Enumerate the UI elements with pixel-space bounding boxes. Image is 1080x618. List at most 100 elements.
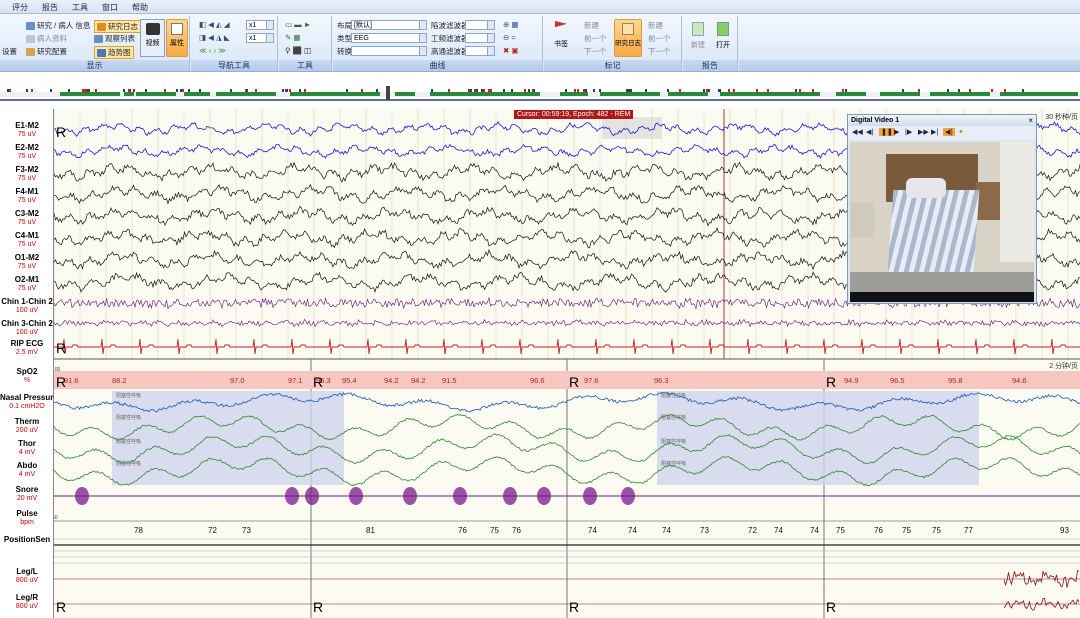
channel-label[interactable]: RIP ECG 2.5 mV — [0, 339, 54, 357]
channel-label[interactable]: SpO2% — [0, 367, 54, 385]
btn-trend[interactable]: 趋势图 — [94, 46, 134, 59]
prev-log[interactable]: 前一个 — [648, 33, 671, 44]
prev-mark[interactable]: 前一个 — [584, 33, 607, 44]
btn-study-log[interactable]: 研究日志 — [94, 20, 141, 33]
study-log-button[interactable]: 研究日志 — [614, 19, 642, 57]
fast-forward-icon[interactable]: ▶▶ — [918, 128, 929, 136]
trend-icon — [97, 49, 106, 58]
video-button[interactable]: 视频 — [140, 19, 165, 57]
patient-data[interactable]: 病人资料 — [26, 33, 67, 44]
highpass-filter-combo[interactable] — [465, 46, 495, 56]
type-label: 类型 — [337, 34, 352, 43]
properties-button[interactable]: 属性 — [166, 19, 188, 57]
channel-label[interactable]: Chin 1-Chin 2 100 uV — [0, 297, 54, 315]
channel-label[interactable]: Snore 20 mV — [0, 485, 54, 503]
close-icon[interactable]: × — [1028, 115, 1033, 126]
powerline-filter-combo[interactable] — [465, 33, 495, 43]
channel-label[interactable]: Chin 3-Chin 2 100 uV — [0, 319, 54, 337]
menu-window[interactable]: 窗口 — [102, 2, 118, 13]
overview-event — [524, 89, 526, 92]
video-window[interactable]: Digital Video 1 × ◀◀ ◀| ❚❚ ▶ |▶ ▶▶ ▶| ◀)… — [847, 114, 1037, 304]
nav-arrows-row1[interactable]: ◧ ◀ ◭ ◢ — [199, 20, 230, 29]
tools-row2[interactable]: ✎ ▦ — [285, 33, 300, 42]
overview-segment — [560, 92, 588, 96]
menu-tools[interactable]: 工具 — [72, 2, 88, 13]
channel-unit: 100 uV — [15, 329, 39, 336]
menu-score[interactable]: 评分 — [12, 2, 28, 13]
study-patient-info[interactable]: 研究 / 病人 信息 — [26, 20, 90, 31]
rewind-icon[interactable]: ◀◀ — [852, 128, 863, 136]
change-combo[interactable] — [351, 46, 427, 56]
channel-label[interactable]: F3-M2 75 uV — [0, 165, 54, 183]
study-config[interactable]: 研究配置 — [26, 46, 67, 57]
channel-label[interactable]: O2-M1 75 uV — [0, 275, 54, 293]
tools-row1[interactable]: ▭ ▬ ► — [285, 20, 311, 29]
end-icon[interactable]: ▶| — [931, 128, 938, 136]
search-icon[interactable]: ⚲ ⬛ ◫ — [285, 46, 311, 55]
channel-label[interactable]: Thor 4 mV — [0, 439, 54, 457]
zoom-combo-1[interactable]: x1 — [246, 20, 274, 30]
open-report-button[interactable]: 打开 — [711, 19, 735, 57]
channel-label[interactable]: Leg/R 800 uV — [0, 593, 54, 611]
next-log[interactable]: 下一个 — [648, 46, 671, 57]
step-back-icon[interactable]: ◀| — [866, 128, 873, 136]
channel-unit: 4 mV — [18, 471, 36, 478]
menu-help[interactable]: 帮助 — [132, 2, 148, 13]
type-combo[interactable]: EEG — [351, 33, 427, 43]
nav-arrows-row3[interactable]: ≪ ‹ › ≫ — [199, 46, 226, 55]
next-mark[interactable]: 下一个 — [584, 46, 607, 57]
channel-label[interactable]: Leg/L 800 uV — [0, 567, 54, 585]
step-forward-icon[interactable]: |▶ — [905, 128, 912, 136]
hypnogram-overview[interactable] — [0, 72, 1080, 108]
channel-label[interactable]: PositionSen — [0, 535, 54, 544]
nightstand — [976, 182, 1000, 220]
snore-burst — [285, 487, 299, 505]
snapshot-icon[interactable]: ✦ — [958, 128, 964, 136]
channel-label[interactable]: Pulse bpm — [0, 509, 54, 527]
overview-event — [361, 89, 363, 92]
properties-icon — [171, 23, 183, 35]
overview-event — [565, 89, 567, 92]
notch-filter-combo[interactable] — [465, 20, 495, 30]
pause-icon[interactable]: ❚❚ — [879, 128, 895, 136]
channel-label[interactable]: E2-M2 75 uV — [0, 143, 54, 161]
chevron-down-icon — [266, 34, 273, 42]
delete-icon[interactable]: ✖ ▣ — [503, 46, 518, 55]
channel-name: Abdo — [16, 461, 38, 470]
overview-event — [50, 89, 52, 92]
overview-segment — [430, 92, 540, 96]
volume-icon[interactable]: ◀) — [943, 128, 955, 136]
channel-label[interactable]: E1-M2 75 uV — [0, 121, 54, 139]
spo2-value: 95.8 — [948, 376, 963, 385]
overview-segment — [880, 92, 920, 96]
menu-report[interactable]: 报告 — [42, 2, 58, 13]
nav-arrows-row2[interactable]: ◨ ◀ ◮ ◣ — [199, 33, 230, 42]
channel-label[interactable]: Nasal Pressure 0.1 cmH2O — [0, 393, 54, 411]
btn-watch-list[interactable]: 观察列表 — [94, 33, 135, 44]
channel-label[interactable]: C4-M1 75 uV — [0, 231, 54, 249]
overview-event — [346, 89, 348, 92]
channel-label[interactable]: F4-M1 75 uV — [0, 187, 54, 205]
overview-event — [490, 89, 492, 92]
pulse-value: 78 — [134, 526, 143, 535]
channel-label[interactable]: Abdo 4 mV — [0, 461, 54, 479]
new-log[interactable]: 新建 — [648, 20, 663, 31]
spo2-value: 96.5 — [890, 376, 905, 385]
zoom-out-icon[interactable]: ⊖ ≈ — [503, 33, 515, 42]
new-mark[interactable]: 新建 — [584, 20, 599, 31]
channel-label[interactable]: O1-M2 75 uV — [0, 253, 54, 271]
settings-link[interactable]: 设置 — [2, 46, 17, 57]
stage-r: R — [313, 374, 323, 390]
overview-segment — [216, 92, 276, 96]
layout-combo[interactable]: [默认] — [351, 20, 427, 30]
zoom-combo-2[interactable]: x1 — [246, 33, 274, 43]
play-icon[interactable]: ▶ — [894, 128, 899, 136]
new-report-button[interactable]: 新建 — [687, 19, 709, 57]
bookmark-button[interactable]: 书签 — [548, 19, 574, 57]
pulse-value: 76 — [874, 526, 883, 535]
overview-event — [767, 89, 769, 92]
channel-label[interactable]: C3-M2 75 uV — [0, 209, 54, 227]
channel-label[interactable]: Therm 200 uV — [0, 417, 54, 435]
zoom-in-icon[interactable]: ⊕ ▦ — [503, 20, 518, 29]
overview-event — [246, 89, 248, 92]
